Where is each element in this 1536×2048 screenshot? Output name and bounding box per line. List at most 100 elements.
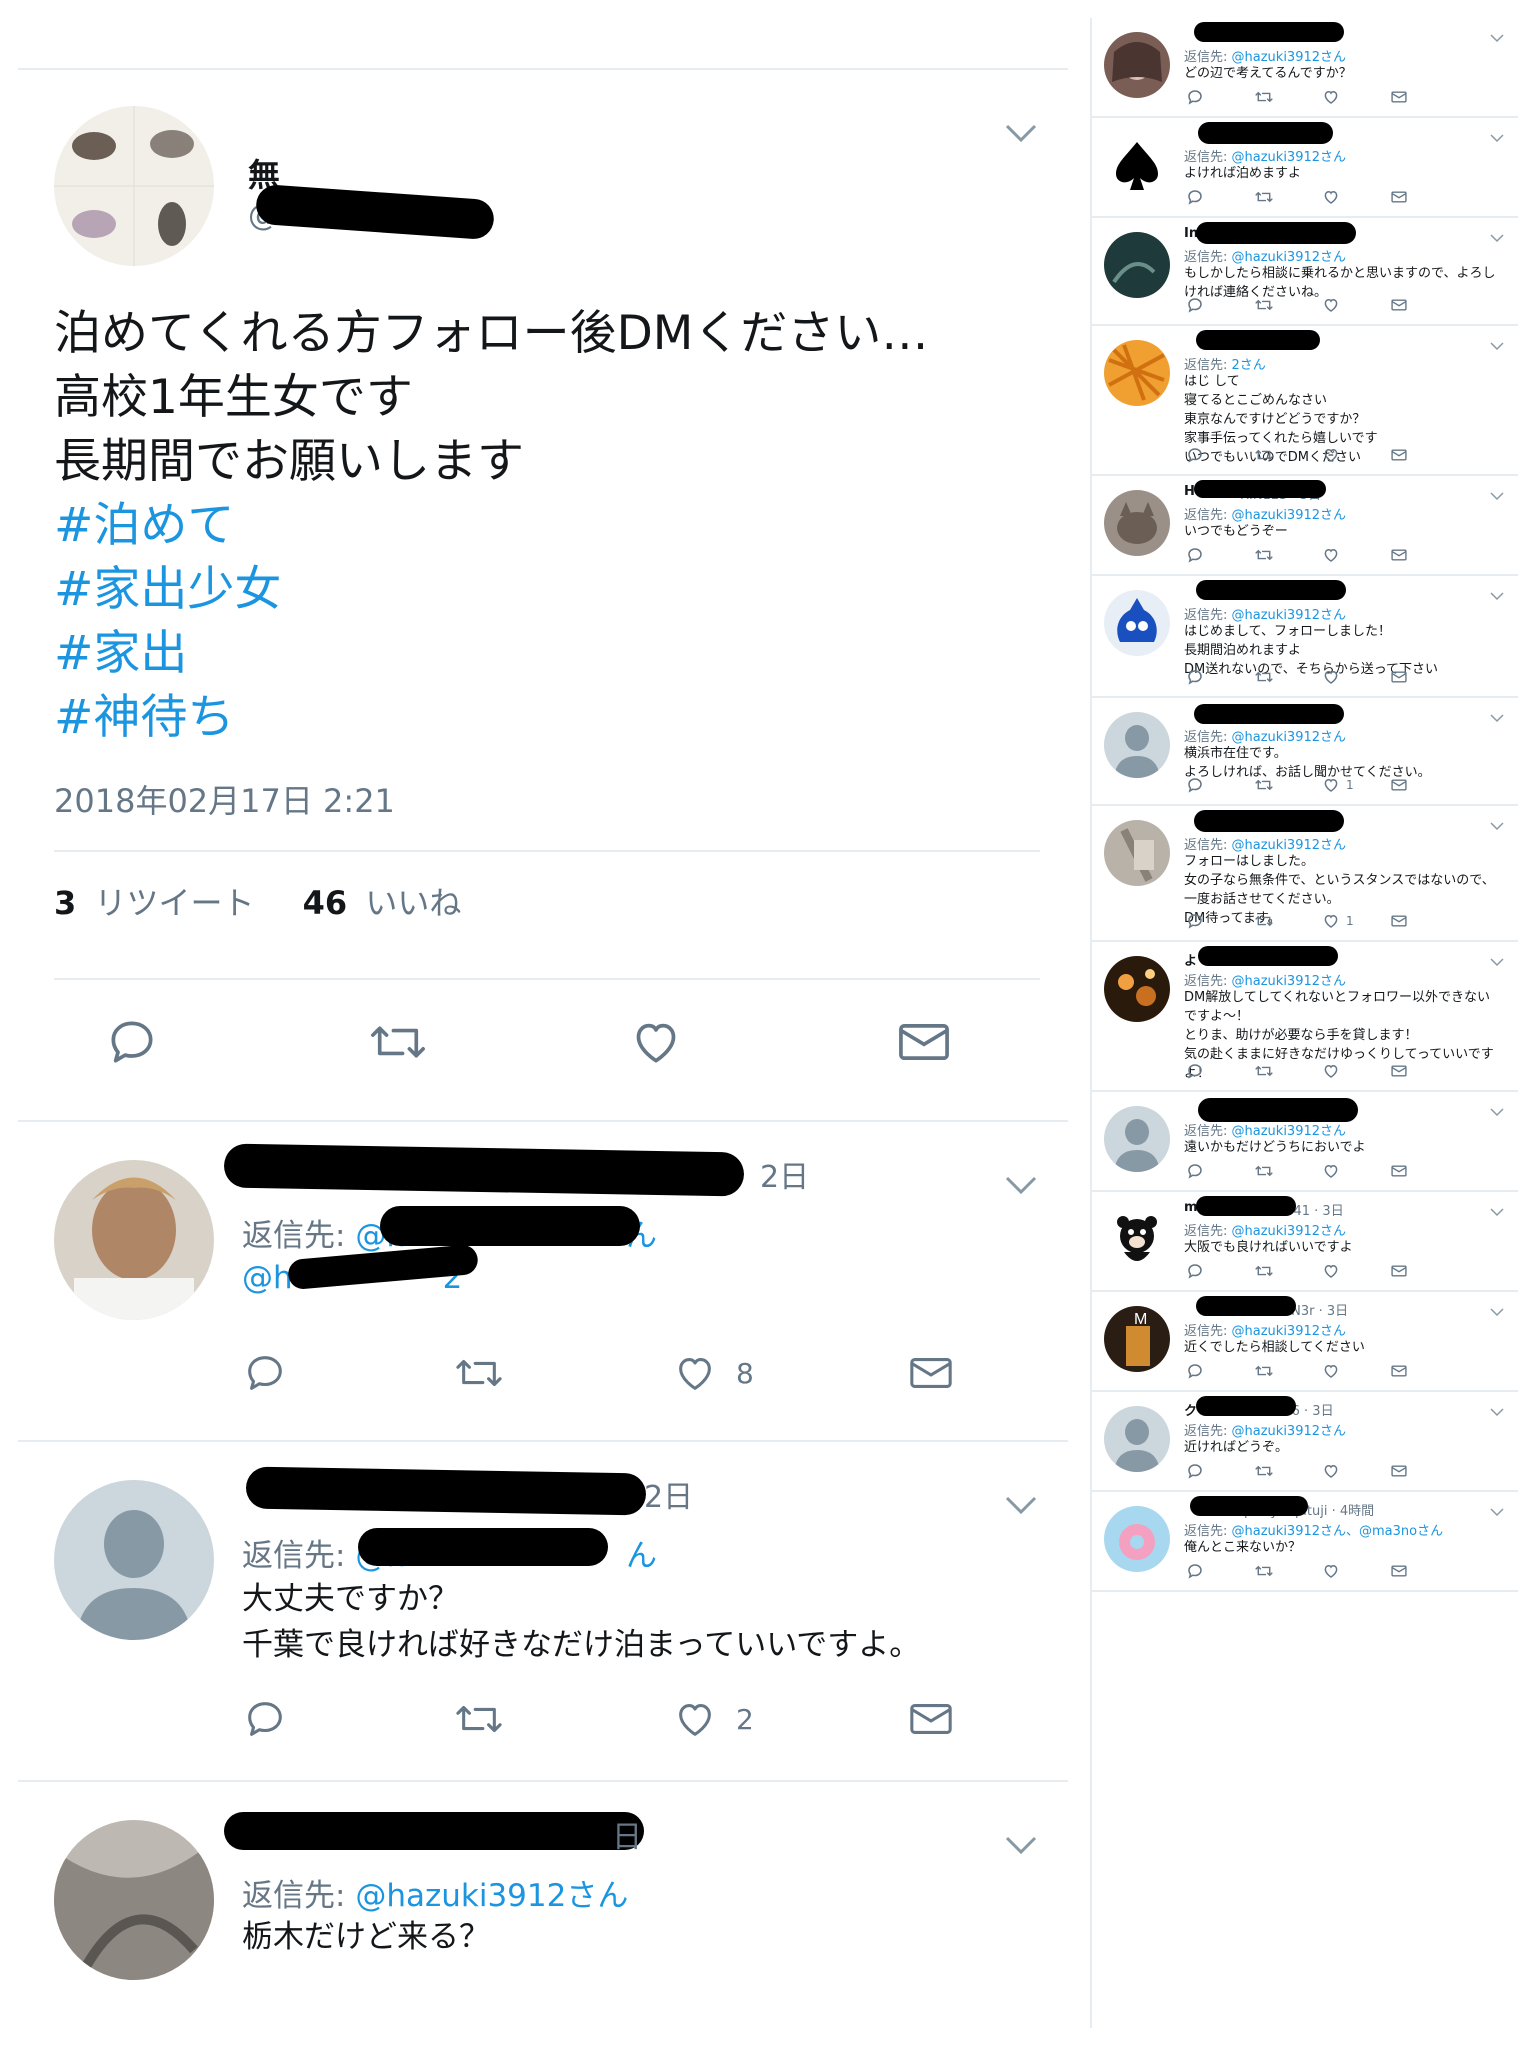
chevron-down-icon[interactable] [1490,1108,1504,1117]
like-button[interactable] [1322,546,1340,564]
mention-link[interactable]: 2さん [1232,358,1266,373]
mention-link[interactable]: @hazuki3912さん [1232,730,1347,745]
like-button[interactable] [1322,1262,1340,1280]
reply-list-item[interactable]: en95 · 2日返信先: @hazuki3912さんよければ泊めますよ [1092,118,1518,218]
like-button[interactable] [1322,1362,1340,1380]
reply-list-item[interactable]: MI2YUxscN3r · 3日返信先: @hazuki3912さん近くでしたら… [1092,1292,1518,1392]
reply-button[interactable] [1186,296,1204,314]
reply-list-item[interactable]: HOL · 3日返信先: @hazuki3912さんはじめまして、フォローしまし… [1092,576,1518,698]
reply-button[interactable] [1186,88,1204,106]
retweet-button[interactable] [1254,1262,1274,1280]
mention-link[interactable]: @h [242,1260,293,1296]
reply-button[interactable] [1186,188,1204,206]
reply-list-item[interactable]: · 3日返信先: 2さんはじ して寝てるとこごめんなさい東京なんですけどどうです… [1092,326,1518,476]
retweet-button[interactable] [1254,1362,1274,1380]
reply-list-item[interactable]: ク1302016 · 3日返信先: @hazuki3912さん近ければどうぞ。 [1092,1392,1518,1492]
dm-button[interactable] [1390,1062,1408,1080]
retweet-count[interactable]: 3 [54,884,76,922]
avatar[interactable]: M [1104,1306,1170,1372]
chevron-down-icon[interactable] [1490,958,1504,967]
reply-list-item[interactable]: o · 2日返信先: @hazuki3912さんどの辺で考えてるんですか？ [1092,18,1518,118]
avatar[interactable] [54,106,214,266]
chevron-down-icon[interactable] [1490,134,1504,143]
like-button[interactable] [1322,1462,1340,1480]
retweet-button[interactable] [1254,776,1274,794]
mention-link[interactable]: @hazuki3912さん、@ma3noさん [1232,1524,1444,1539]
like-button[interactable] [1322,1562,1340,1580]
reply-button[interactable] [242,1696,288,1742]
reply-button[interactable] [1186,776,1204,794]
retweet-button[interactable] [1254,1062,1274,1080]
avatar[interactable] [1104,490,1170,556]
mention-link-tail[interactable]: ん [626,1538,657,1574]
retweet-button[interactable] [1254,188,1274,206]
like-button[interactable] [1322,88,1340,106]
dm-button[interactable] [1390,1362,1408,1380]
retweet-button[interactable] [1254,1562,1274,1580]
avatar[interactable] [1104,32,1170,98]
chevron-down-icon[interactable] [1490,714,1504,723]
reply-tweet[interactable]: 2日 返信先: @hん 大丈夫ですか？ 千葉で良ければ好きなだけ泊まっていいです… [18,1442,1068,1782]
reply-list-item[interactable]: よA1Bt · 3日返信先: @hazuki3912さんDM解放してしてくれない… [1092,942,1518,1092]
like-button[interactable] [1322,1062,1340,1080]
avatar[interactable] [1104,590,1170,656]
chevron-down-icon[interactable] [1490,1208,1504,1217]
reply-time[interactable]: 2日 [644,1472,693,1516]
reply-list-item[interactable]: d71 · 3日返信先: @hazuki3912さん遠いかもだけどうちにおいでよ [1092,1092,1518,1192]
retweet-button[interactable] [1254,1462,1274,1480]
retweet-button[interactable] [1254,668,1274,686]
hashtag-link[interactable]: #家出少女 [54,558,1044,622]
like-button[interactable] [1322,296,1340,314]
dm-button[interactable] [1390,446,1408,464]
avatar[interactable] [1104,1406,1170,1472]
dm-button[interactable] [1390,1262,1408,1280]
chevron-down-icon[interactable] [1490,592,1504,601]
like-button[interactable]: 1 [1322,776,1354,794]
retweet-button[interactable] [1254,446,1274,464]
dm-button[interactable] [1390,296,1408,314]
mention-link[interactable]: @hazuki3912さん [1232,1324,1347,1339]
mention-link[interactable]: @hazuki3912さん [1232,250,1347,265]
retweet-button[interactable] [366,1014,430,1070]
like-button[interactable] [1322,1162,1340,1180]
avatar[interactable] [1104,340,1170,406]
like-button[interactable]: 8 [672,1350,754,1396]
avatar[interactable] [54,1160,214,1320]
reply-button[interactable] [1186,1362,1204,1380]
reply-list-item[interactable]: pottyaripituji · 4時間 返信先: @hazuki3912さん、@… [1092,1492,1518,1592]
reply-button[interactable] [104,1014,160,1070]
reply-tweet[interactable]: 2日 返信先: @h ん @h 2 8 [18,1122,1068,1442]
retweet-button[interactable] [452,1350,506,1396]
avatar[interactable] [1104,132,1170,198]
mention-link[interactable]: @hazuki3912さん [355,1878,628,1914]
chevron-down-icon[interactable] [1004,1834,1038,1856]
chevron-down-icon[interactable] [1490,342,1504,351]
reply-button[interactable] [1186,912,1204,930]
chevron-down-icon[interactable] [1490,1308,1504,1317]
chevron-down-icon[interactable] [1004,122,1038,144]
like-count[interactable]: 46 [303,884,348,922]
mention-link[interactable]: @hazuki3912さん [1232,608,1347,623]
reply-list-item[interactable]: HRIN123 · 3日返信先: @hazuki3912さんいつでもどうぞー [1092,476,1518,576]
dm-button[interactable] [1390,776,1408,794]
chevron-down-icon[interactable] [1490,234,1504,243]
dm-button[interactable] [1390,88,1408,106]
mention-link[interactable]: @hazuki3912さん [1232,1424,1347,1439]
retweet-label[interactable]: リツイート [94,884,254,922]
dm-button[interactable] [1390,1162,1408,1180]
mention-link[interactable]: @hazuki3912さん [1232,974,1347,989]
reply-list-item[interactable]: Indi日返信先: @hazuki3912さんもしかしたら相談に乗れるかと思いま… [1092,218,1518,326]
default-avatar[interactable] [54,1480,214,1640]
avatar[interactable] [1104,1206,1170,1272]
like-button[interactable] [1322,188,1340,206]
dm-button[interactable] [1390,1562,1408,1580]
like-button[interactable] [1322,668,1340,686]
mention-link[interactable]: @hazuki3912さん [1232,1124,1347,1139]
reply-time[interactable]: 日 [612,1812,642,1856]
dm-button[interactable] [1390,912,1408,930]
mention-link[interactable]: @hazuki3912さん [1232,508,1347,523]
avatar[interactable] [1104,1506,1170,1572]
like-button[interactable] [1322,446,1340,464]
like-button[interactable]: 2 [672,1696,754,1742]
hashtag-link[interactable]: #神待ち [54,686,1044,750]
